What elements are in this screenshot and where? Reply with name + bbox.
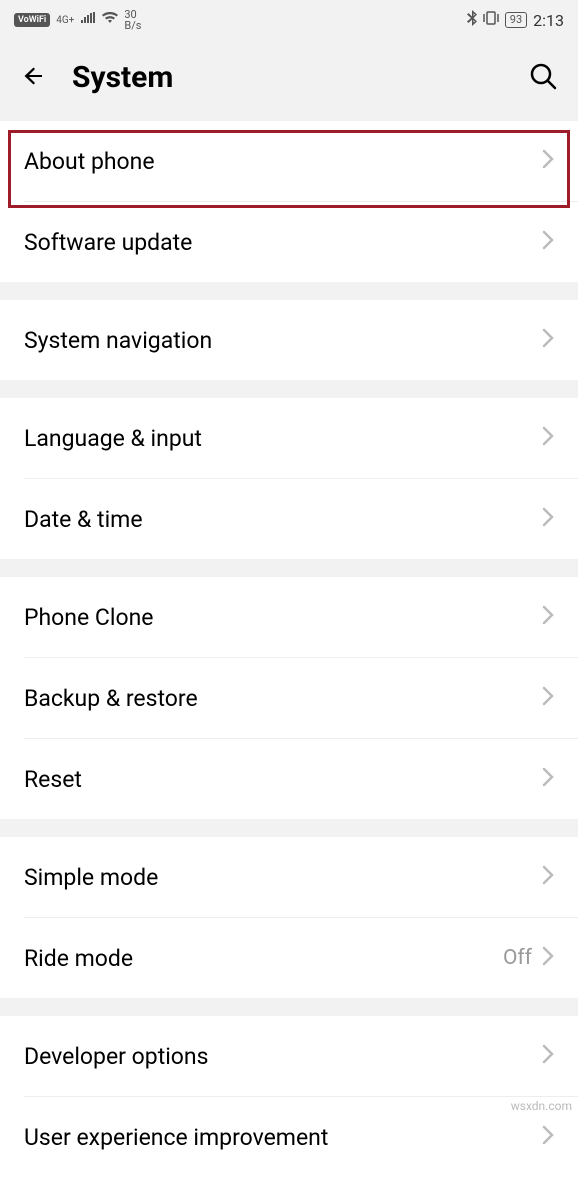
row-backup-restore[interactable]: Backup & restore	[0, 658, 578, 738]
row-simple-mode[interactable]: Simple mode	[0, 837, 578, 917]
header-bar: System	[0, 40, 578, 121]
row-label: About phone	[24, 148, 542, 175]
chevron-right-icon	[542, 1044, 554, 1068]
section-gap	[0, 998, 578, 1016]
settings-group: Language & input Date & time	[0, 398, 578, 559]
row-software-update[interactable]: Software update	[0, 202, 578, 282]
wifi-icon	[102, 12, 118, 28]
chevron-right-icon	[542, 605, 554, 629]
row-reset[interactable]: Reset	[0, 739, 578, 819]
section-gap	[0, 819, 578, 837]
section-gap	[0, 380, 578, 398]
row-user-experience-improvement[interactable]: User experience improvement	[0, 1097, 578, 1177]
speed-unit: B/s	[124, 20, 141, 31]
row-label: Simple mode	[24, 864, 542, 891]
section-gap	[0, 559, 578, 577]
chevron-right-icon	[542, 865, 554, 889]
settings-group: Simple mode Ride modeOff	[0, 837, 578, 998]
settings-group: Phone Clone Backup & restore Reset	[0, 577, 578, 819]
status-bar: VoWiFi 4G+ 30 B/s 93 2:13	[0, 0, 578, 40]
chevron-right-icon	[542, 1125, 554, 1149]
page-title: System	[72, 60, 528, 95]
time-label: 2:13	[533, 11, 564, 30]
chevron-right-icon	[542, 946, 554, 970]
row-about-phone[interactable]: About phone	[0, 121, 578, 201]
net-speed: 30 B/s	[124, 9, 141, 31]
row-label: User experience improvement	[24, 1124, 542, 1151]
chevron-right-icon	[542, 507, 554, 531]
row-developer-options[interactable]: Developer options	[0, 1016, 578, 1096]
signal-icon	[80, 12, 96, 28]
section-gap	[0, 282, 578, 300]
settings-group: About phone Software update	[0, 121, 578, 282]
row-label: Ride mode	[24, 945, 503, 972]
row-label: Backup & restore	[24, 685, 542, 712]
vowifi-badge: VoWiFi	[14, 13, 50, 27]
row-system-navigation[interactable]: System navigation	[0, 300, 578, 380]
row-label: System navigation	[24, 327, 542, 354]
chevron-right-icon	[542, 767, 554, 791]
status-right: 93 2:13	[467, 10, 564, 30]
chevron-right-icon	[542, 686, 554, 710]
row-label: Date & time	[24, 506, 542, 533]
chevron-right-icon	[542, 230, 554, 254]
status-left: VoWiFi 4G+ 30 B/s	[14, 9, 141, 31]
chevron-right-icon	[542, 426, 554, 450]
search-icon[interactable]	[528, 61, 558, 95]
bluetooth-icon	[467, 10, 477, 30]
row-label: Developer options	[24, 1043, 542, 1070]
row-language-input[interactable]: Language & input	[0, 398, 578, 478]
vibrate-icon	[483, 11, 499, 29]
row-label: Language & input	[24, 425, 542, 452]
row-value: Off	[503, 946, 532, 970]
row-label: Reset	[24, 766, 542, 793]
settings-group: Developer options User experience improve…	[0, 1016, 578, 1177]
row-ride-mode[interactable]: Ride modeOff	[0, 918, 578, 998]
row-date-time[interactable]: Date & time	[0, 479, 578, 559]
net-4g-label: 4G+	[56, 15, 74, 26]
watermark: wsxdn.com	[511, 1099, 572, 1113]
row-phone-clone[interactable]: Phone Clone	[0, 577, 578, 657]
battery-badge: 93	[505, 12, 527, 28]
chevron-right-icon	[542, 328, 554, 352]
chevron-right-icon	[542, 149, 554, 173]
back-arrow-icon[interactable]	[20, 62, 48, 94]
row-label: Software update	[24, 229, 542, 256]
settings-group: System navigation	[0, 300, 578, 380]
row-label: Phone Clone	[24, 604, 542, 631]
